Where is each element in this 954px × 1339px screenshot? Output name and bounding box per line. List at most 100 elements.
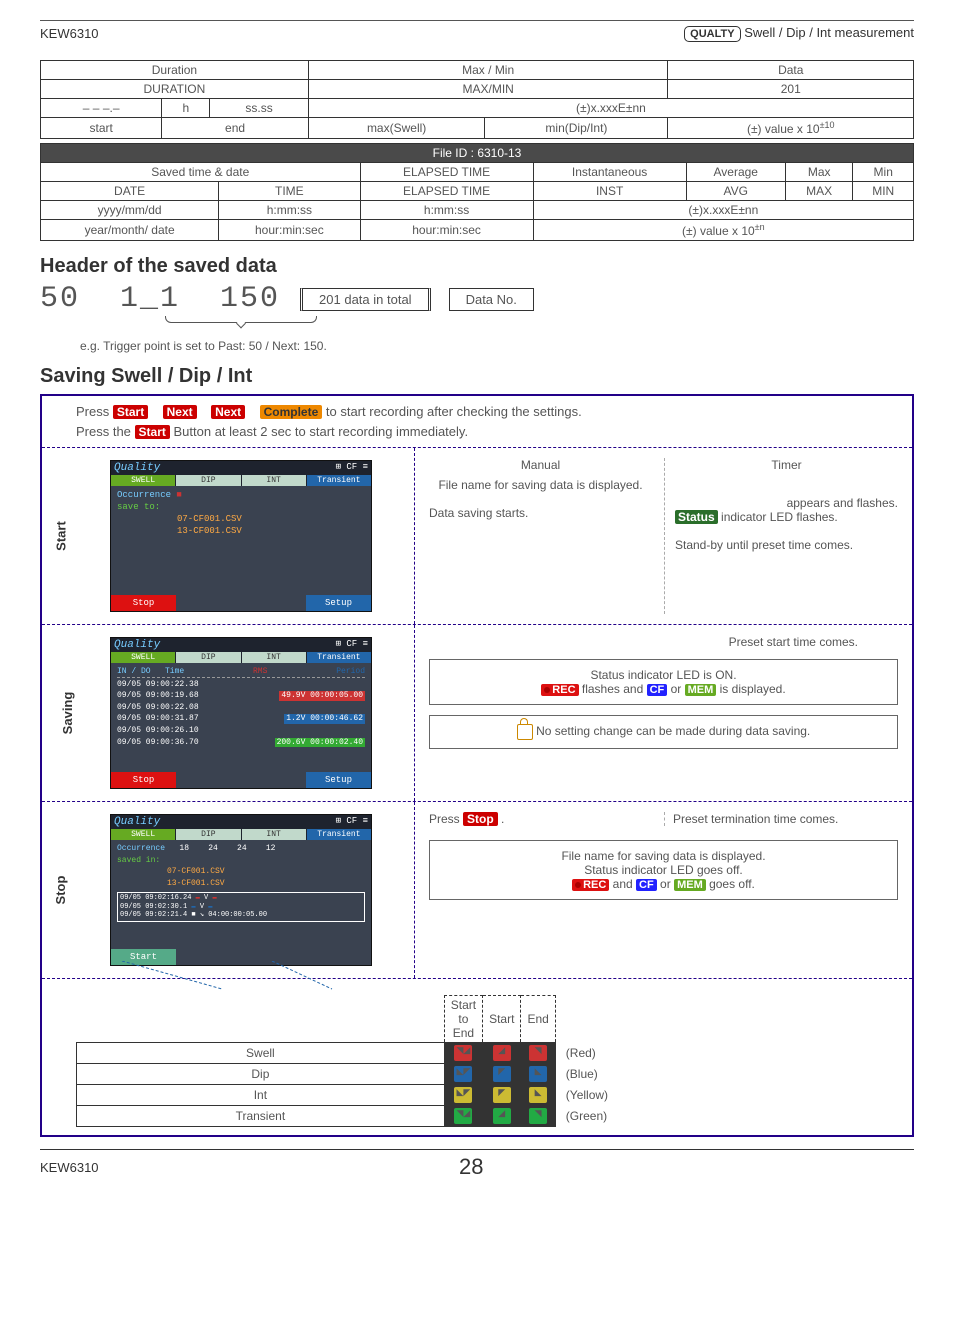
trigger-note: e.g. Trigger point is set to Past: 50 / … <box>80 339 914 353</box>
cf-badge: CF <box>636 879 657 891</box>
file-id-header: File ID : 6310-13 <box>41 144 914 163</box>
txt: Press <box>429 812 463 826</box>
trans-se-icon: ◥◢ <box>444 1106 482 1127</box>
start-button[interactable]: Start <box>113 405 148 419</box>
txt: Press <box>76 404 113 419</box>
cell: hour:min:sec <box>219 220 360 241</box>
cell: TIME <box>219 182 360 201</box>
cell: MAX <box>785 182 852 201</box>
cell: INST <box>533 182 686 201</box>
txt: Button at least 2 sec to start recording… <box>174 424 469 439</box>
cell: DATE <box>41 182 219 201</box>
device-screen: Quality⊞ CF ≡ SWELLDIPINTTransient Occur… <box>110 460 372 612</box>
exp: ±10 <box>820 120 835 130</box>
cell: – – –.– <box>41 99 162 118</box>
cell: Average <box>686 163 785 182</box>
txt: File name for saving data is displayed. <box>442 849 885 863</box>
side-label-saving: Saving <box>60 692 75 735</box>
side-label-start: Start <box>53 521 68 551</box>
manual-col: Manual File name for saving data is disp… <box>429 458 652 614</box>
cell: Start <box>483 996 521 1043</box>
cell: Start to End <box>444 996 482 1043</box>
swell-end-icon: ◥ <box>521 1043 555 1064</box>
cell: (±)x.xxxE±nn <box>533 201 913 220</box>
cell: ss.ss <box>210 99 308 118</box>
screen-stop: Quality⊞ CF ≡ SWELLDIPINTTransient Occur… <box>42 802 415 978</box>
cell: MAX/MIN <box>308 80 668 99</box>
txt: Press the <box>76 424 135 439</box>
txt: flashes and <box>582 682 647 696</box>
stop-right: Press Stop . Preset termination time com… <box>415 802 912 978</box>
cell: (±) value x 10±n <box>533 220 913 241</box>
cell: Data <box>668 61 914 80</box>
status-badge: Status <box>675 510 718 524</box>
start-button[interactable]: Start <box>135 425 170 439</box>
txt: . <box>501 812 504 826</box>
next-button[interactable]: Next <box>211 405 245 419</box>
complete-button[interactable]: Complete <box>260 405 323 419</box>
cell: (±)x.xxxE±nn <box>308 99 913 118</box>
cell: max(Swell) <box>308 118 485 139</box>
txt: File name for saving data is displayed. <box>429 478 652 492</box>
cell: (Green) <box>555 1106 903 1127</box>
rec-badge: REC <box>541 684 578 696</box>
total-label: 201 data in total <box>300 288 431 311</box>
trans-start-icon: ◢ <box>483 1106 521 1127</box>
qualty-badge: QUALTY <box>684 26 740 42</box>
txt: and <box>613 877 636 891</box>
txt: ndicator LED flashes. <box>724 510 838 524</box>
txt: Preset termination time comes. <box>664 812 898 826</box>
cell: Instantaneous <box>533 163 686 182</box>
cell: Min <box>853 163 914 182</box>
screen-saving: Quality⊞ CF ≡ SWELLDIPINTTransient IN / … <box>42 625 415 801</box>
seg-1_1: 1_1 <box>120 282 180 316</box>
seg-150: 150 <box>220 282 280 316</box>
cell: Max / Min <box>308 61 668 80</box>
txt: (±) value x 10 <box>747 122 820 136</box>
txt: appears and flashes. <box>675 496 898 510</box>
row-start: Start Quality⊞ CF ≡ SWELLDIPINTTransient… <box>42 448 912 625</box>
timer-heading: Timer <box>675 458 898 472</box>
seg-50: 50 <box>40 282 80 316</box>
mem-badge: MEM <box>674 879 706 891</box>
dip-end-icon: ◣ <box>521 1064 555 1085</box>
cell: Swell <box>77 1043 445 1064</box>
int-end-icon: ◣ <box>521 1085 555 1106</box>
device-screen: Quality⊞ CF ≡ SWELLDIPINTTransient IN / … <box>110 637 372 789</box>
stop-button[interactable]: Stop <box>463 812 498 826</box>
page-number: 28 <box>459 1154 483 1180</box>
txt: goes off. <box>709 877 755 891</box>
row-stop: Stop Quality⊞ CF ≡ SWELLDIPINTTransient … <box>42 802 912 979</box>
txt: No setting change can be made during dat… <box>536 724 810 738</box>
int-se-icon: ◣◤ <box>444 1085 482 1106</box>
txt: (±) value x 10 <box>682 224 755 238</box>
saving-right: Preset start time comes. Status indicato… <box>415 625 912 801</box>
timer-col: Timer appears and flashes. Status indica… <box>664 458 898 614</box>
cell: AVG <box>686 182 785 201</box>
cell: h:mm:ss <box>219 201 360 220</box>
screen-start: Quality⊞ CF ≡ SWELLDIPINTTransient Occur… <box>42 448 415 624</box>
row-saving: Saving Quality⊞ CF ≡ SWELLDIPINTTransien… <box>42 625 912 802</box>
txt: Stand-by until preset time comes. <box>675 538 898 552</box>
section-title: QUALTY Swell / Dip / Int measurement <box>684 25 914 42</box>
cell: Duration <box>41 61 309 80</box>
trans-end-icon: ◥ <box>521 1106 555 1127</box>
txt: Status indicator LED is ON. <box>442 668 885 682</box>
txt: is displayed. <box>720 682 786 696</box>
callout-lines <box>102 961 402 991</box>
next-button[interactable]: Next <box>163 405 197 419</box>
int-start-icon: ◤ <box>483 1085 521 1106</box>
cell: start <box>41 118 162 139</box>
cell: year/month/ date <box>41 220 219 241</box>
cell: end <box>162 118 309 139</box>
txt: or <box>671 682 685 696</box>
intro-block: Press Start Next Next Complete to start … <box>42 396 912 448</box>
dip-se-icon: ◣◤ <box>444 1064 482 1085</box>
txt: Preset start time comes. <box>429 635 898 649</box>
cell: (Blue) <box>555 1064 903 1085</box>
mem-badge: MEM <box>685 684 717 696</box>
legend-table: Start to End Start End Swell ◥◢ ◢ ◥ (Red… <box>76 995 904 1127</box>
cell: (Red) <box>555 1043 903 1064</box>
page-footer: KEW6310 28 <box>40 1149 914 1180</box>
section-text: Swell / Dip / Int measurement <box>744 25 914 40</box>
